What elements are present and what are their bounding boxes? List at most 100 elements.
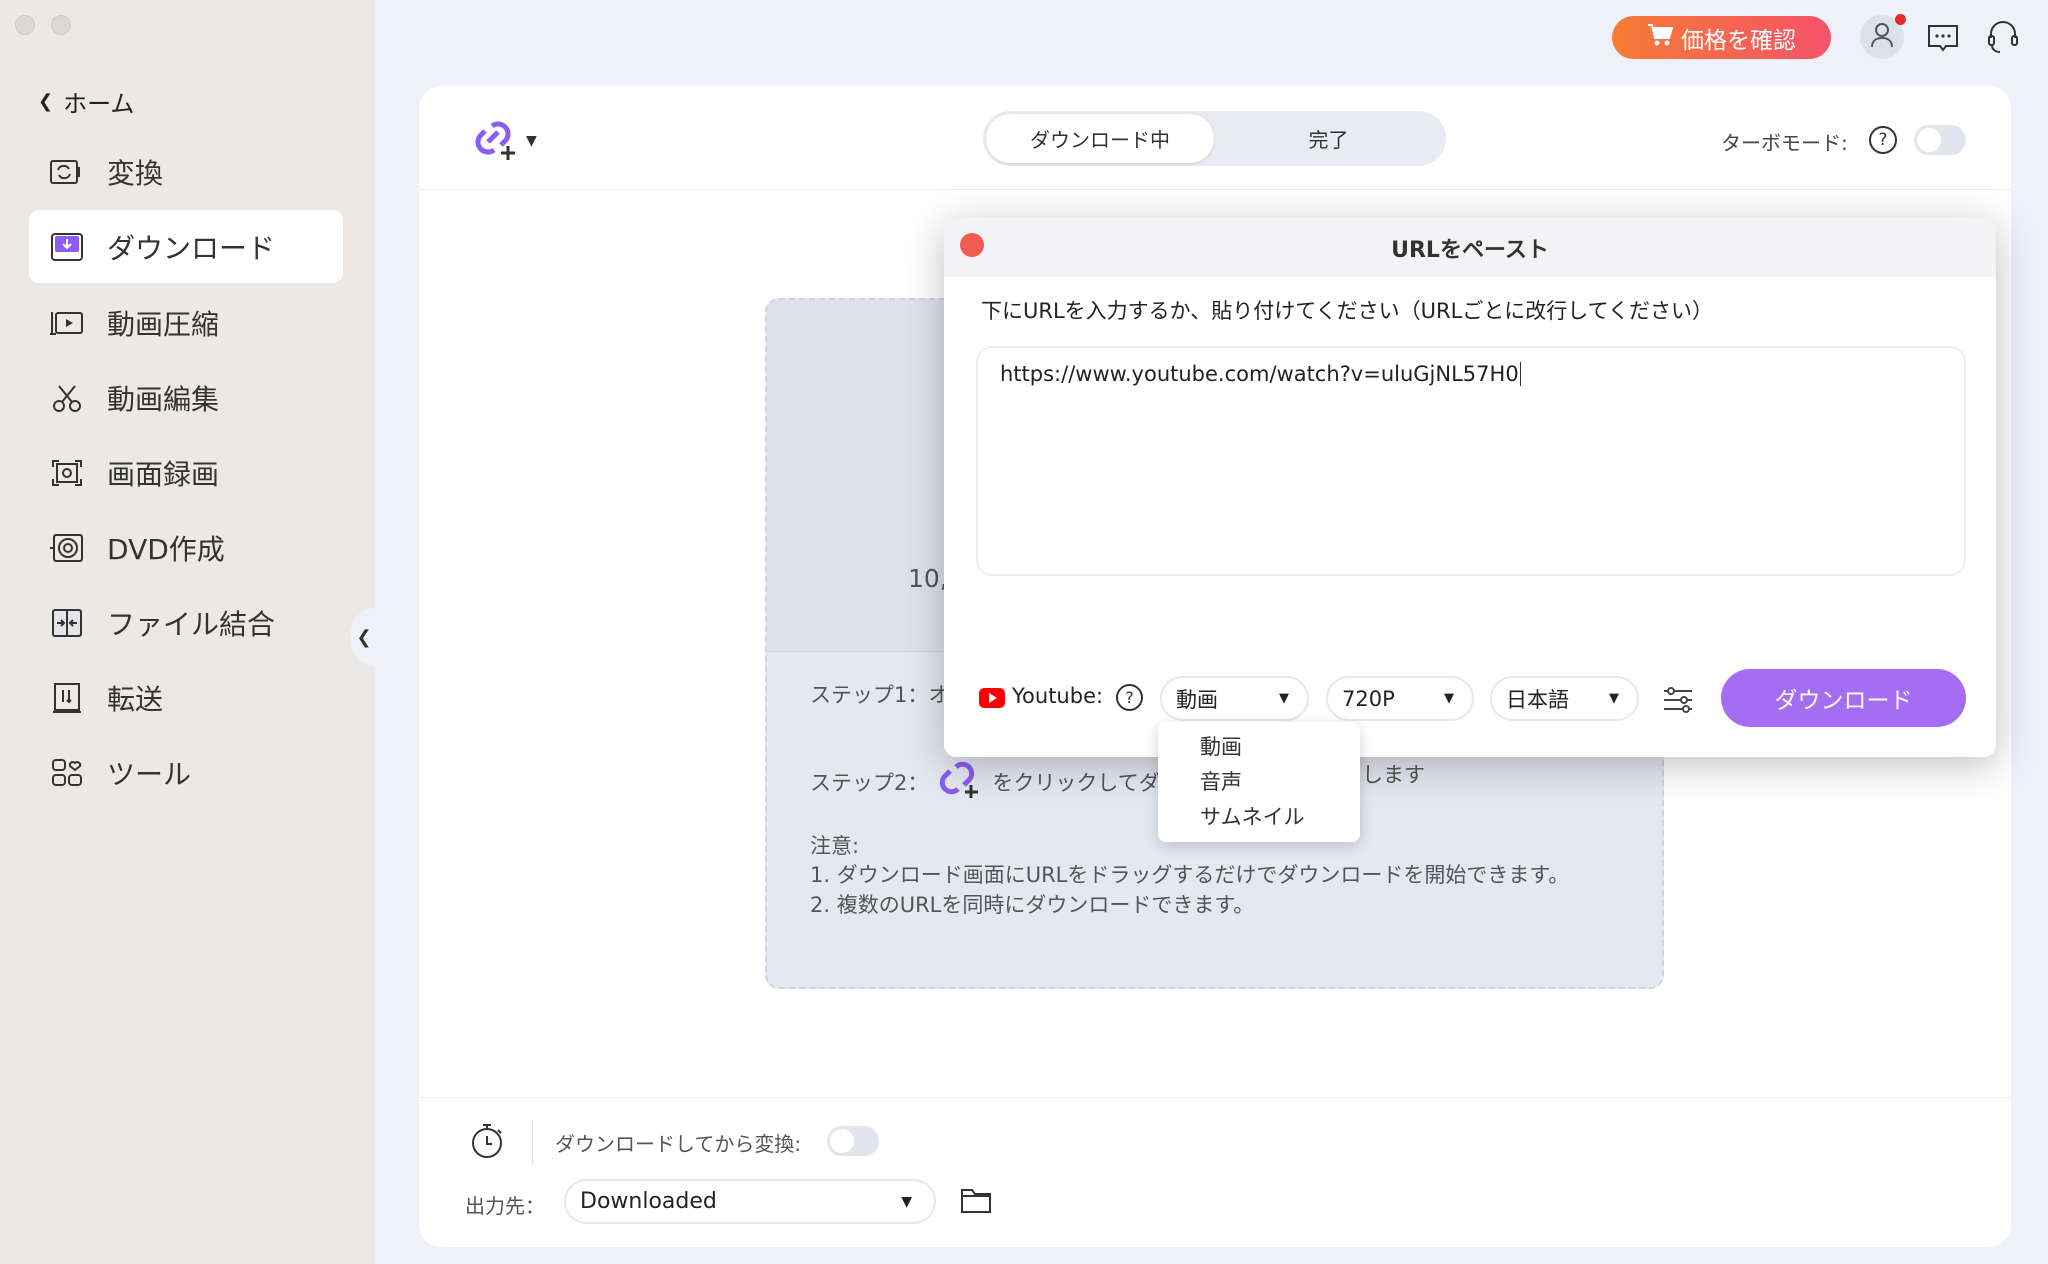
language-value: 日本語 [1506, 687, 1569, 712]
sidebar-item-label: 変換 [107, 156, 164, 190]
convert-after-download-label: ダウンロードしてから変換: [555, 1132, 802, 1156]
text-cursor [1519, 362, 1521, 386]
divider [532, 1120, 533, 1164]
sliders-icon [1662, 687, 1694, 718]
tools-icon [49, 758, 85, 788]
merge-icon [49, 608, 85, 638]
download-tabs: ダウンロード中 完了 [983, 111, 1446, 166]
sidebar-item-dvd[interactable]: DVD作成 [29, 511, 343, 584]
home-label: ホーム [63, 90, 135, 118]
download-button[interactable]: ダウンロード [1721, 669, 1966, 727]
link-add-icon [938, 759, 982, 804]
help-icon[interactable]: ? [1869, 126, 1897, 154]
window-minimize-button[interactable] [51, 15, 71, 35]
output-folder-value: Downloaded [580, 1189, 717, 1214]
download-icon [49, 232, 85, 261]
sidebar: ❮ ホーム 変換 ダウンロード 動画圧縮 動画編集 画面録画 DVD作成 ファイル… [0, 0, 378, 1264]
sidebar-item-label: ダウンロード [107, 231, 276, 265]
sidebar-item-label: 画面録画 [107, 457, 220, 491]
youtube-icon [979, 688, 1005, 712]
type-dropdown-menu: 動画 音声 サムネイル [1158, 722, 1360, 842]
headset-icon [1986, 21, 2020, 60]
convert-icon [49, 159, 85, 185]
check-price-button[interactable]: 価格を確認 [1612, 16, 1831, 59]
sidebar-item-label: ファイル結合 [107, 607, 276, 641]
chevron-down-icon: ▼ [1444, 691, 1454, 706]
link-add-icon [472, 116, 520, 166]
notification-dot [1895, 14, 1906, 25]
sidebar-item-download[interactable]: ダウンロード [29, 210, 343, 283]
dialog-title: URLをペースト [944, 218, 1996, 277]
chevron-down-icon: ▼ [1609, 691, 1619, 706]
sidebar-item-label: DVD作成 [107, 532, 225, 566]
note-1: 1. ダウンロード画面にURLをドラッグするだけでダウンロードを開始できます。 [810, 863, 1570, 887]
sidebar-item-label: 転送 [107, 682, 164, 716]
dvd-icon [49, 533, 85, 563]
tab-downloading[interactable]: ダウンロード中 [986, 114, 1214, 163]
open-folder-button[interactable] [960, 1186, 992, 1218]
window-close-button[interactable] [15, 15, 35, 35]
sidebar-item-label: 動画編集 [107, 382, 220, 416]
message-button[interactable] [1927, 23, 1959, 59]
url-text: https://www.youtube.com/watch?v=uluGjNL5… [1000, 362, 1519, 386]
sidebar-item-label: ツール [107, 757, 192, 791]
quality-select[interactable]: 720P ▼ [1326, 676, 1474, 721]
cart-icon [1647, 23, 1674, 53]
dialog-close-button[interactable] [960, 233, 984, 257]
home-link[interactable]: ❮ ホーム [38, 84, 134, 119]
check-price-label: 価格を確認 [1681, 27, 1796, 54]
step2-text: ステップ2： をクリックしてダ [810, 759, 1160, 804]
sidebar-item-merge[interactable]: ファイル結合 [29, 586, 343, 659]
step2-body: をクリックしてダ [992, 770, 1160, 795]
sidebar-item-edit[interactable]: 動画編集 [29, 361, 343, 434]
type-select[interactable]: 動画 ▼ [1160, 676, 1309, 721]
output-folder-select[interactable]: Downloaded ▼ [564, 1179, 936, 1224]
drop-zone-partial-text: 10, [908, 564, 948, 593]
menu-item-audio[interactable]: 音声 [1158, 765, 1360, 800]
chevron-down-icon: ▼ [526, 133, 537, 149]
sidebar-item-convert[interactable]: 変換 [29, 135, 343, 208]
step2-prefix: ステップ2： [810, 770, 929, 795]
timer-icon [470, 1124, 504, 1164]
collapse-sidebar-button[interactable]: ❮ [350, 607, 378, 667]
quality-value: 720P [1342, 686, 1395, 711]
user-icon [1870, 22, 1894, 52]
folder-icon [960, 1189, 992, 1218]
site-label: Youtube: [1012, 684, 1104, 708]
chevron-left-icon: ❮ [38, 91, 54, 112]
turbo-mode-toggle[interactable] [1914, 125, 1966, 155]
note-title: 注意: [810, 834, 860, 858]
screen-record-icon [49, 459, 85, 487]
chevron-left-icon: ❮ [356, 626, 372, 648]
divider [419, 1097, 2011, 1098]
schedule-button[interactable] [470, 1122, 504, 1164]
settings-button[interactable] [1662, 686, 1694, 718]
sidebar-item-compress[interactable]: 動画圧縮 [29, 286, 343, 359]
transfer-icon [49, 682, 85, 714]
menu-item-thumbnail[interactable]: サムネイル [1158, 800, 1360, 835]
type-value: 動画 [1176, 687, 1218, 712]
turbo-mode-label: ターボモード: [1721, 131, 1848, 155]
chevron-down-icon: ▼ [901, 1193, 912, 1210]
sidebar-item-screen-record[interactable]: 画面録画 [29, 436, 343, 509]
sidebar-item-tools[interactable]: ツール [29, 736, 343, 809]
output-label: 出力先： [465, 1194, 545, 1218]
chevron-down-icon: ▼ [1279, 691, 1289, 706]
paste-url-dialog: URLをペースト 下にURLを入力するか、貼り付けてください（URLごとに改行し… [944, 218, 1996, 842]
sidebar-item-transfer[interactable]: 転送 [29, 661, 343, 734]
add-url-button[interactable]: ▼ [472, 116, 537, 166]
menu-item-video[interactable]: 動画 [1158, 730, 1360, 765]
convert-after-download-toggle[interactable] [827, 1126, 879, 1156]
chat-icon [1927, 25, 1959, 59]
support-button[interactable] [1986, 20, 2020, 60]
help-icon[interactable]: ? [1116, 684, 1143, 711]
sidebar-item-label: 動画圧縮 [107, 307, 220, 341]
dialog-instruction: 下にURLを入力するか、貼り付けてください（URLごとに改行してください） [981, 299, 1714, 323]
note-2: 2. 複数のURLを同時にダウンロードできます。 [810, 893, 1255, 917]
tab-completed[interactable]: 完了 [1214, 114, 1443, 163]
scissors-icon [49, 383, 85, 413]
url-textarea[interactable]: https://www.youtube.com/watch?v=uluGjNL5… [976, 346, 1966, 576]
language-select[interactable]: 日本語 ▼ [1490, 676, 1639, 721]
compress-icon [49, 310, 85, 336]
divider [419, 189, 2011, 190]
